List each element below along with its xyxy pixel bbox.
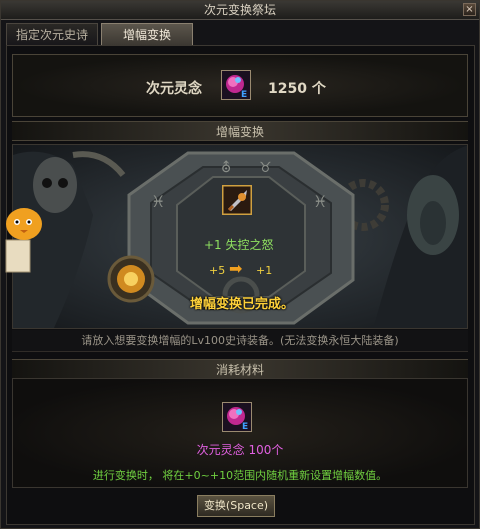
- window-title: 次元变换祭坛: [203, 3, 276, 17]
- amplify-section-title: 增幅变换: [12, 121, 468, 141]
- dimension-soul-icon: E: [221, 70, 251, 100]
- weapon-icon[interactable]: [222, 185, 252, 215]
- window-titlebar[interactable]: 次元变换祭坛 ×: [1, 1, 479, 20]
- from-level: +5: [209, 264, 226, 277]
- svg-text:E: E: [242, 422, 248, 432]
- convert-button[interactable]: 变换(Space): [197, 495, 275, 517]
- status-message: 增幅变换已完成。: [189, 297, 294, 312]
- svg-text:E: E: [241, 90, 247, 100]
- currency-count: 1250 个: [268, 81, 326, 97]
- tab-amplify-convert[interactable]: 增幅变换: [101, 23, 193, 45]
- svg-text:♉: ♉: [259, 160, 272, 176]
- to-level: +1: [256, 264, 273, 277]
- dimension-soul-icon: E: [222, 402, 252, 432]
- item-name: +1 失控之怒: [204, 238, 274, 252]
- tab-designated-epic[interactable]: 指定次元史诗: [6, 23, 98, 45]
- materials-hint: 进行变换时， 将在+0~+10范围内随机重新设置增幅数值。: [92, 469, 388, 482]
- amplify-hint: 请放入想要变换增幅的Lv100史诗装备。(无法变换永恒大陆装备): [12, 330, 468, 352]
- materials-section-title: 消耗材料: [12, 359, 468, 379]
- mascot-helper[interactable]: [0, 200, 44, 278]
- close-button[interactable]: ×: [463, 3, 476, 16]
- svg-text:⛢: ⛢: [221, 160, 231, 176]
- arrow-right-icon: ➡: [229, 259, 243, 278]
- material-label: 次元灵念 100个: [196, 443, 284, 457]
- svg-text:♓: ♓: [313, 192, 327, 211]
- currency-label: 次元灵念: [146, 81, 202, 97]
- svg-text:♓: ♓: [151, 192, 165, 211]
